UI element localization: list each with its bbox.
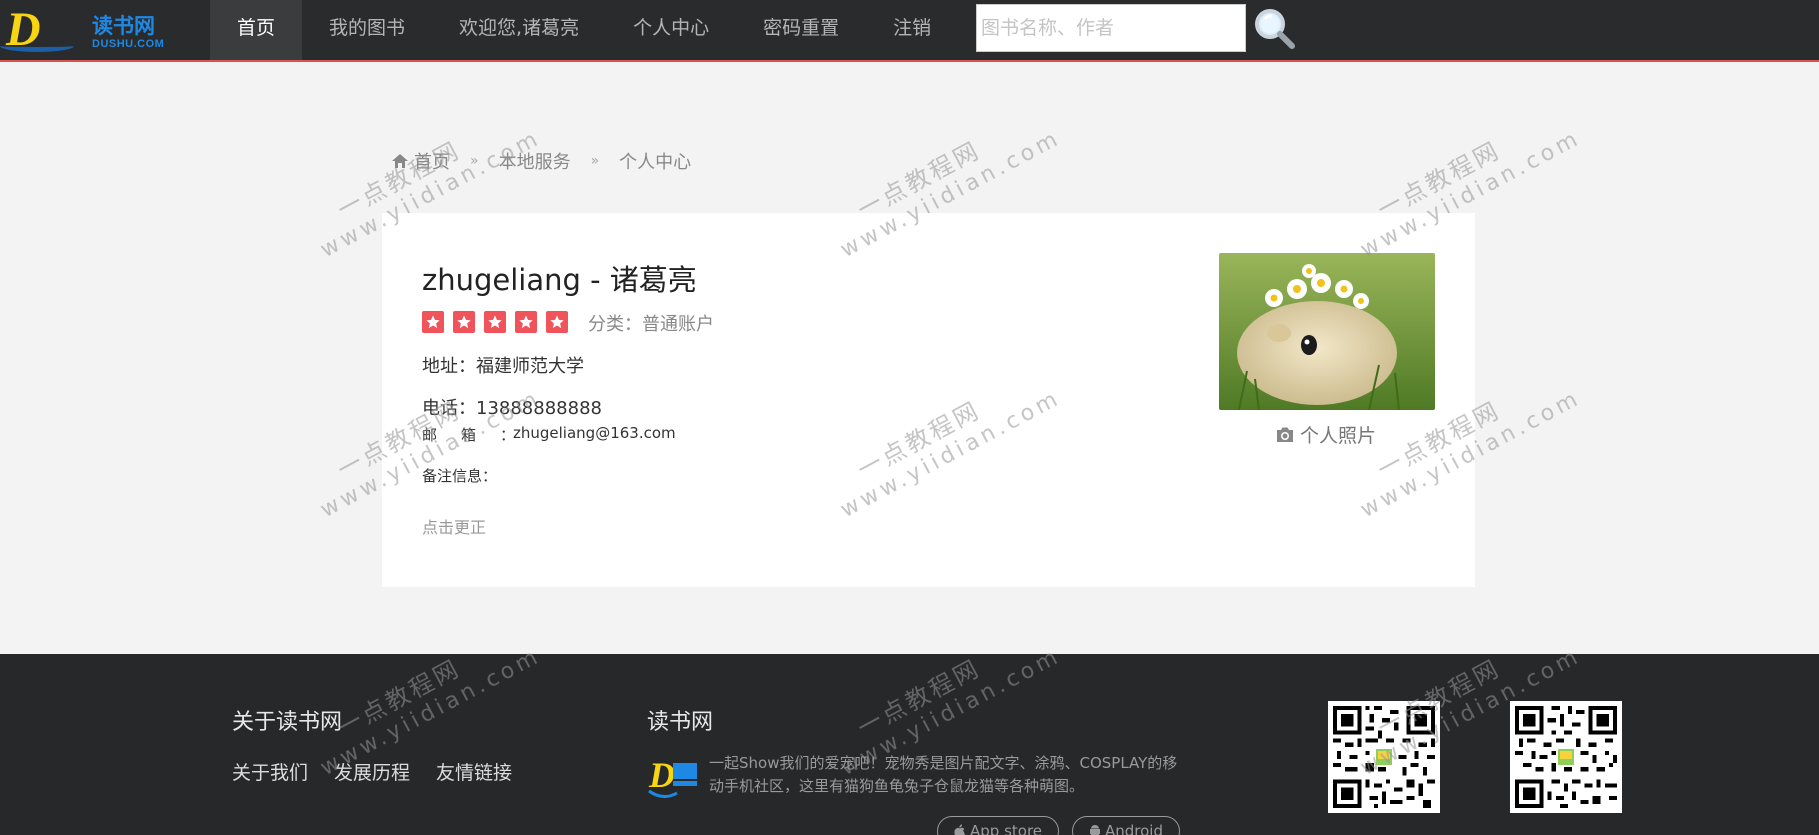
star-icon <box>422 311 444 333</box>
android-button[interactable]: Android <box>1072 816 1180 835</box>
photo-caption: 个人照片 <box>1275 421 1376 448</box>
magnifier-icon <box>1255 9 1295 49</box>
edit-profile-link[interactable]: 点击更正 <box>422 514 486 538</box>
search-input[interactable] <box>976 4 1246 52</box>
footer-description: 一起Show我们的爱宠吧！宠物秀是图片配文字、涂鸦、COSPLAY的移动手机社区… <box>709 754 1178 795</box>
android-label: Android <box>1105 822 1163 835</box>
breadcrumb-local-service[interactable]: 本地服务 <box>499 148 571 174</box>
top-navbar: D 读书网 DUSHU.COM 首页 我的图书 欢迎您,诸葛亮 个人中心 密码重… <box>0 0 1819 62</box>
address-row: 地址：福建师范大学 <box>422 356 584 377</box>
profile-photo <box>1219 253 1435 410</box>
nav-logout[interactable]: 注销 <box>866 0 958 60</box>
remark-row: 备注信息： <box>422 467 498 485</box>
footer-links: 关于我们 发展历程 友情链接 <box>232 758 538 785</box>
star-icon <box>484 311 506 333</box>
email-value: zhugeliang@163.com <box>513 424 676 442</box>
footer-about-title: 关于读书网 <box>232 710 343 735</box>
nav-my-books[interactable]: 我的图书 <box>302 0 432 60</box>
footer-link-friends[interactable]: 友情链接 <box>436 758 512 785</box>
search-button[interactable] <box>1252 6 1296 50</box>
android-icon <box>1090 825 1100 835</box>
footer-logo-icon: D <box>648 755 697 798</box>
star-icon <box>453 311 475 333</box>
rating-stars <box>422 311 577 333</box>
breadcrumb: 首页 » 本地服务 » 个人中心 <box>392 148 691 174</box>
photo-caption-text: 个人照片 <box>1300 425 1377 447</box>
site-logo[interactable]: D 读书网 DUSHU.COM <box>0 4 180 54</box>
app-store-label: App store <box>970 822 1043 835</box>
email-row: 邮箱： zhugeliang@163.com <box>422 424 676 445</box>
nav-welcome-user[interactable]: 欢迎您,诸葛亮 <box>432 0 606 60</box>
logo-text: 读书网 <box>92 14 155 38</box>
breadcrumb-separator: » <box>470 153 479 169</box>
nav-password-reset[interactable]: 密码重置 <box>736 0 866 60</box>
breadcrumb-current: 个人中心 <box>619 152 692 173</box>
phone-row: 电话：13888888888 <box>422 398 602 419</box>
main-nav: 首页 我的图书 欢迎您,诸葛亮 个人中心 密码重置 注销 <box>210 0 958 60</box>
footer: 关于读书网 关于我们 发展历程 友情链接 读书网 D 一起Show我们的爱宠吧！… <box>0 654 1819 835</box>
breadcrumb-home[interactable]: 首页 <box>414 148 450 174</box>
nav-personal-center[interactable]: 个人中心 <box>606 0 736 60</box>
logo-domain: DUSHU.COM <box>92 38 165 50</box>
apple-icon <box>954 824 966 835</box>
star-icon <box>546 311 568 333</box>
email-label: 邮箱： <box>422 426 540 444</box>
app-store-button[interactable]: App store <box>937 816 1060 835</box>
footer-site-title: 读书网 <box>647 710 714 735</box>
profile-card: zhugeliang - 诸葛亮 分类：普通账户 地址：福建师范大学 电话：13… <box>382 213 1475 587</box>
user-title: zhugeliang - 诸葛亮 <box>422 263 697 297</box>
svg-text:D: D <box>648 755 675 795</box>
footer-link-about[interactable]: 关于我们 <box>232 758 308 785</box>
footer-link-history[interactable]: 发展历程 <box>334 758 410 785</box>
star-icon <box>515 311 537 333</box>
account-category: 分类：普通账户 <box>588 314 714 335</box>
home-icon <box>392 154 408 168</box>
camera-icon <box>1277 427 1293 442</box>
breadcrumb-separator: » <box>590 153 600 169</box>
qr-code-android <box>1510 701 1622 813</box>
logo-swoosh <box>0 40 74 52</box>
nav-home[interactable]: 首页 <box>210 0 303 60</box>
qr-code-ios <box>1328 701 1440 813</box>
